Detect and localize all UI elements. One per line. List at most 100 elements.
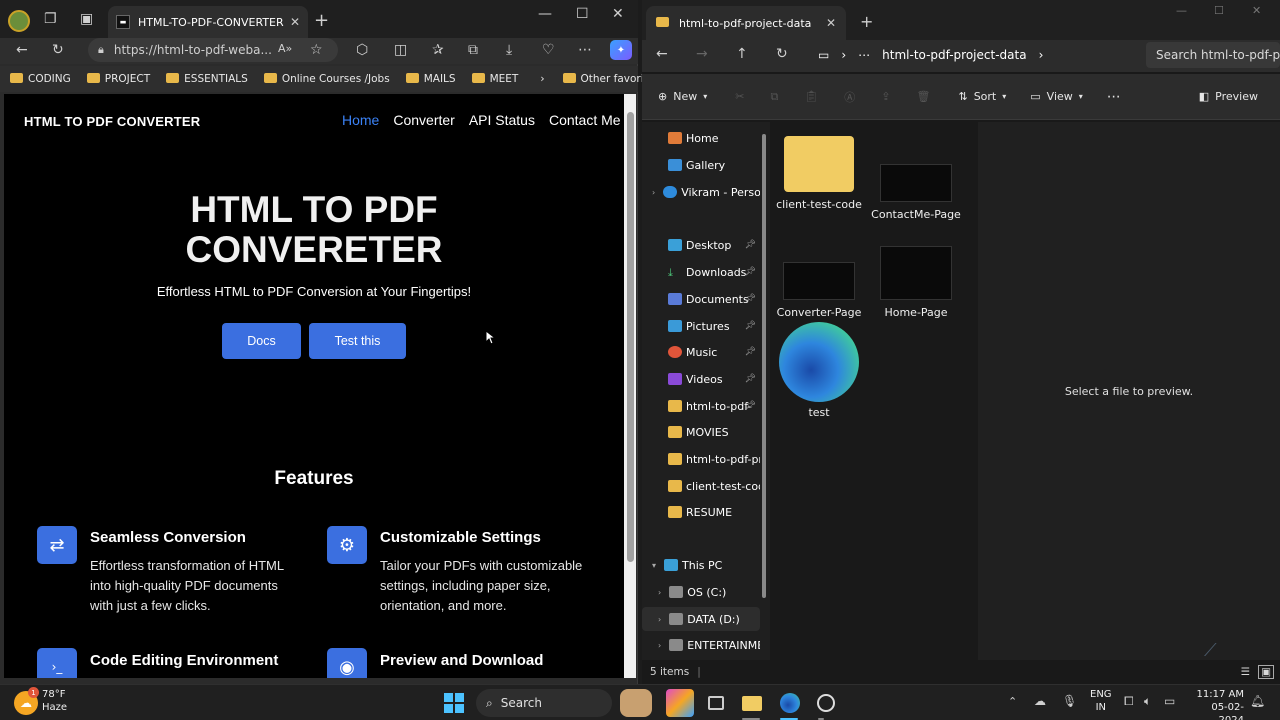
test-this-button[interactable]: Test this: [309, 323, 406, 359]
read-aloud-icon[interactable]: A»: [278, 42, 292, 55]
copilot-icon[interactable]: ✦: [610, 40, 632, 60]
notification-bell-icon[interactable]: 🔔︎: [1250, 694, 1265, 708]
search-input[interactable]: Search html-to-pdf-proj: [1146, 42, 1280, 68]
address-bar[interactable]: 🔒︎ https://html-to-pdf-weba...: [88, 38, 338, 62]
taskbar-search[interactable]: ⌕ Search: [476, 689, 612, 717]
sort-button[interactable]: ⇅ Sort ▾: [958, 90, 1006, 103]
sidebar-item-os-c[interactable]: › OS (C:): [642, 580, 760, 604]
new-tab-button[interactable]: +: [860, 12, 873, 31]
cut-icon[interactable]: ✂: [735, 90, 744, 103]
file-item-converter-page[interactable]: Converter-Page: [774, 262, 864, 319]
delete-icon[interactable]: 🗑︎: [917, 90, 931, 103]
profile-avatar[interactable]: [8, 10, 30, 32]
downloads-icon[interactable]: ⤓: [506, 42, 512, 58]
up-icon[interactable]: ↑: [736, 46, 748, 62]
sidebar-item-pictures[interactable]: Pictures 📌︎: [642, 314, 760, 338]
share-icon[interactable]: ⇪: [881, 90, 890, 103]
show-hidden-icons[interactable]: ⌃: [1008, 695, 1017, 708]
nav-contact-me[interactable]: Contact Me: [549, 112, 621, 128]
sidebar-item-desktop[interactable]: Desktop 📌︎: [642, 233, 760, 257]
onedrive-tray-icon[interactable]: ☁: [1034, 694, 1046, 708]
sidebar-item-gallery[interactable]: Gallery: [642, 153, 760, 177]
favorite-online-courses[interactable]: Online Courses /Jobs: [263, 73, 390, 85]
edge-app-icon[interactable]: [776, 689, 804, 717]
favorite-star-icon[interactable]: ☆: [310, 42, 323, 58]
favorite-project[interactable]: PROJECT: [86, 73, 150, 85]
volume-icon[interactable]: 🔈︎: [1144, 694, 1151, 709]
sidebar-item-html-to-pdf[interactable]: html-to-pdf- 📌︎: [642, 394, 760, 418]
address-path[interactable]: ▭ › ⋯ html-to-pdf-project-data ›: [818, 42, 1144, 68]
sidebar-item-documents[interactable]: Documents 📌︎: [642, 287, 760, 311]
search-highlight-icon[interactable]: [620, 689, 652, 717]
path-segment[interactable]: html-to-pdf-project-data: [882, 48, 1026, 62]
file-item-home-page[interactable]: Home-Page: [871, 246, 961, 319]
sidebar-item-movies[interactable]: MOVIES: [642, 420, 760, 444]
nav-home[interactable]: Home: [342, 112, 379, 128]
sidebar-item-client-test-code[interactable]: client-test-code: [642, 474, 760, 498]
new-tab-button[interactable]: +: [314, 10, 329, 31]
favorite-meet[interactable]: MEET: [471, 73, 518, 85]
refresh-icon[interactable]: ↻: [52, 42, 64, 58]
back-icon[interactable]: ←: [656, 46, 668, 62]
browser-tab-active[interactable]: ▬ HTML-TO-PDF-CONVERTER ✕: [108, 6, 308, 38]
close-window-icon[interactable]: ✕: [612, 6, 624, 22]
nav-converter[interactable]: Converter: [393, 112, 454, 128]
collections-icon[interactable]: ⧉: [468, 42, 478, 58]
file-item-test[interactable]: test: [774, 322, 864, 419]
start-button[interactable]: [440, 689, 468, 717]
explorer-tab-active[interactable]: html-to-pdf-project-data ✕: [646, 6, 846, 40]
nav-api-status[interactable]: API Status: [469, 112, 535, 128]
sidebar-scrollbar[interactable]: [762, 134, 766, 598]
more-path-icon[interactable]: ⋯: [858, 48, 870, 62]
sidebar-item-entertainment[interactable]: › ENTERTAINME: [642, 633, 760, 657]
workspaces-icon[interactable]: ❐: [44, 11, 57, 27]
minimize-icon[interactable]: —: [538, 6, 552, 22]
favorite-essentials[interactable]: ESSENTIALS: [166, 73, 248, 85]
sidebar-item-resume[interactable]: RESUME: [642, 500, 760, 524]
browser-essentials-icon[interactable]: ♡: [542, 42, 555, 58]
tiles-view-icon[interactable]: ▣: [1258, 665, 1274, 679]
new-button[interactable]: ⊕ New ▾: [658, 90, 707, 103]
maximize-icon[interactable]: ☐: [576, 6, 589, 22]
site-brand[interactable]: HTML TO PDF CONVERTER: [24, 114, 200, 129]
refresh-icon[interactable]: ↻: [776, 46, 788, 62]
view-button[interactable]: ▭ View ▾: [1030, 90, 1083, 103]
paste-icon[interactable]: 📋︎: [804, 90, 818, 103]
split-screen-icon[interactable]: ◫: [394, 42, 407, 58]
sidebar-item-data-d[interactable]: › DATA (D:): [642, 607, 760, 631]
more-options-icon[interactable]: ⋯: [1107, 89, 1121, 105]
page-scroll-thumb[interactable]: [627, 112, 634, 562]
task-view-icon[interactable]: [702, 689, 730, 717]
file-item-client-test-code[interactable]: client-test-code: [774, 136, 864, 211]
copilot-app-icon[interactable]: [666, 689, 694, 717]
clock[interactable]: 11:17 AM 05-02-2024: [1190, 688, 1244, 720]
network-icon[interactable]: ⧠: [1124, 694, 1134, 709]
maximize-icon[interactable]: ☐: [1214, 4, 1224, 17]
forward-icon[interactable]: →: [696, 46, 708, 62]
sidebar-item-onedrive[interactable]: ›Vikram - Persona: [642, 180, 760, 204]
language-indicator[interactable]: ENG IN: [1090, 688, 1112, 714]
favorite-coding[interactable]: CODING: [10, 73, 71, 85]
favorite-mails[interactable]: MAILS: [405, 73, 456, 85]
details-view-icon[interactable]: ☰: [1241, 666, 1250, 678]
favorites-icon[interactable]: ✰: [432, 42, 444, 58]
sidebar-item-music[interactable]: Music 📌︎: [642, 340, 760, 364]
close-tab-icon[interactable]: ✕: [290, 15, 300, 29]
file-explorer-app-icon[interactable]: [738, 689, 766, 717]
sidebar-item-downloads[interactable]: ⤓ Downloads 📌︎: [642, 260, 760, 284]
docs-button[interactable]: Docs: [222, 323, 301, 359]
tab-actions-icon[interactable]: ▣: [80, 11, 93, 27]
file-item-contactme-page[interactable]: ContactMe-Page: [871, 136, 961, 221]
extensions-icon[interactable]: ⬡: [356, 42, 368, 58]
more-menu-icon[interactable]: ⋯: [578, 42, 592, 58]
close-tab-icon[interactable]: ✕: [826, 16, 836, 30]
favorites-overflow-icon[interactable]: ›: [540, 73, 544, 85]
preview-button[interactable]: ◧ Preview: [1199, 90, 1258, 103]
sidebar-item-home[interactable]: Home: [642, 126, 760, 150]
sidebar-item-this-pc[interactable]: ▾ This PC: [642, 553, 760, 577]
back-icon[interactable]: ←: [16, 42, 28, 58]
sidebar-item-videos[interactable]: Videos 📌︎: [642, 367, 760, 391]
microphone-icon[interactable]: 🎙︎: [1062, 694, 1077, 708]
close-window-icon[interactable]: ✕: [1252, 4, 1261, 17]
sidebar-item-html-to-pdf-project[interactable]: html-to-pdf-prc: [642, 447, 760, 471]
